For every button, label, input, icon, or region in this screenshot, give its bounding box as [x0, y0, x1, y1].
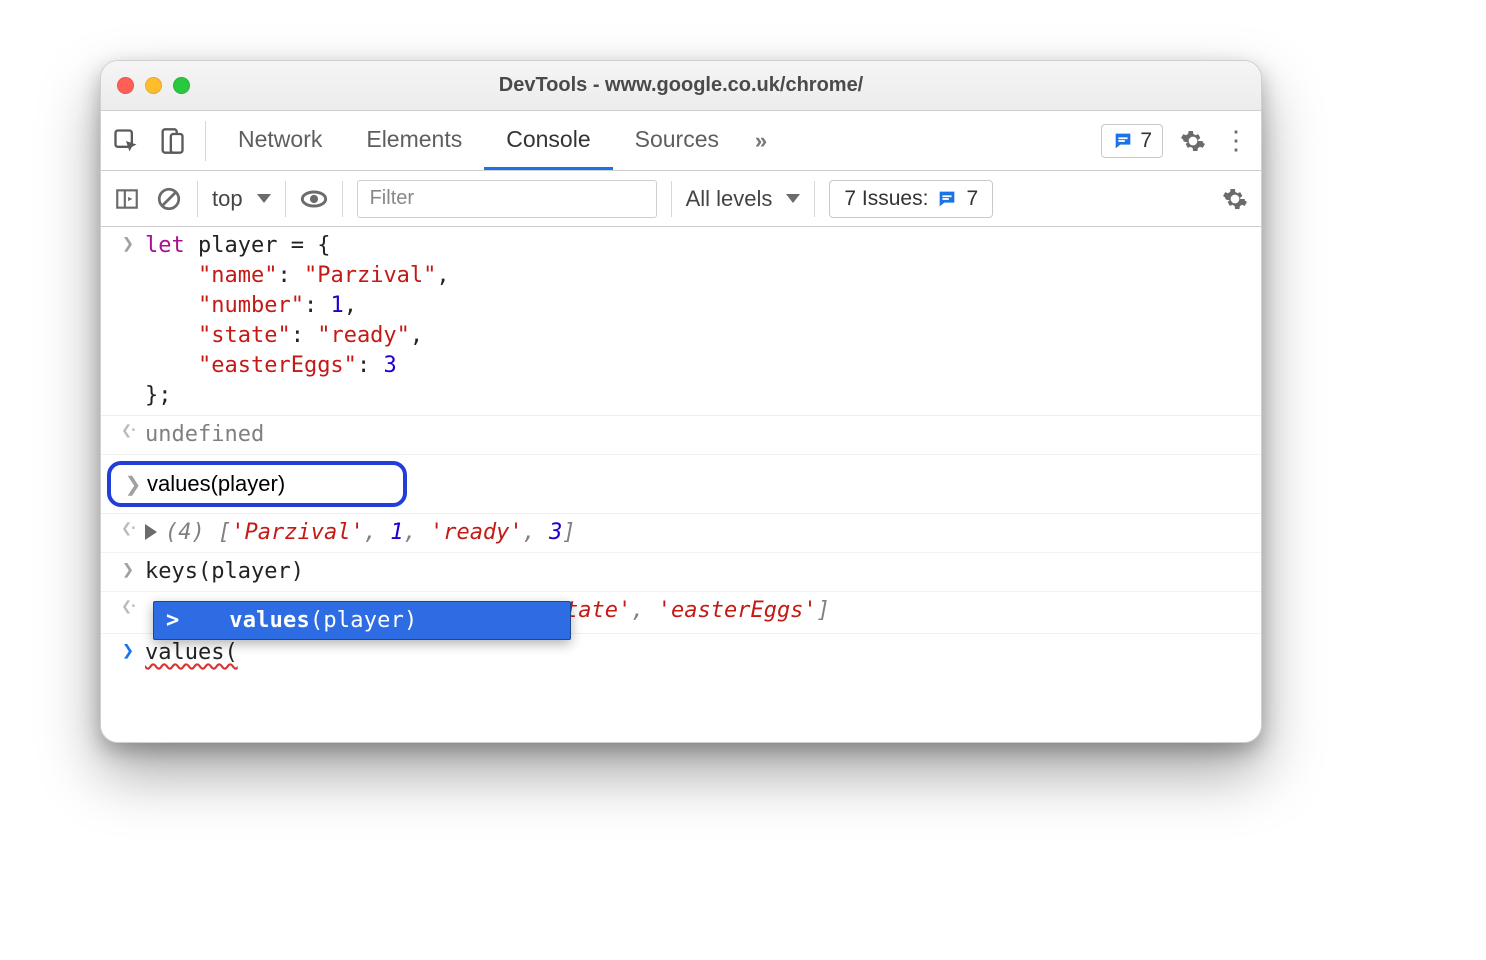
divider	[197, 181, 198, 217]
console-messages-button[interactable]: 7	[1101, 124, 1163, 158]
autocomplete-prompt-chevron-icon: >	[166, 608, 179, 633]
context-label: top	[212, 186, 243, 212]
highlighted-history-entry[interactable]: values(player)	[107, 461, 407, 507]
devtools-toolbar: Network Elements Console Sources » 7 ⋮	[101, 111, 1261, 171]
inspect-element-icon[interactable]	[111, 126, 141, 156]
settings-gear-icon[interactable]	[1179, 127, 1207, 155]
minimize-window-button[interactable]	[145, 77, 162, 94]
filter-input[interactable]	[357, 180, 657, 218]
console-settings-gear-icon[interactable]	[1221, 185, 1249, 213]
console-code: values(player)	[147, 469, 403, 499]
tab-network[interactable]: Network	[216, 111, 344, 170]
devtools-tabs: Network Elements Console Sources »	[216, 111, 781, 170]
live-expression-icon[interactable]	[300, 185, 328, 213]
device-toolbar-icon[interactable]	[157, 126, 187, 156]
console-output-chevron-icon	[111, 596, 145, 617]
titlebar: DevTools - www.google.co.uk/chrome/	[101, 61, 1261, 111]
console-code: let player = { "name": "Parzival", "numb…	[145, 231, 1261, 411]
issues-button[interactable]: 7 Issues: 7	[829, 180, 993, 218]
maximize-window-button[interactable]	[173, 77, 190, 94]
divider	[285, 181, 286, 217]
devtools-window: DevTools - www.google.co.uk/chrome/	[100, 60, 1262, 743]
console-code: keys(player)	[145, 557, 1261, 587]
issues-prefix: 7 Issues:	[844, 187, 928, 211]
console-input-chevron-icon	[111, 231, 145, 255]
console-output-chevron-icon	[111, 420, 145, 441]
close-window-button[interactable]	[117, 77, 134, 94]
issues-count: 7	[966, 187, 978, 211]
autocomplete-popup[interactable]: > values(player)	[153, 601, 571, 640]
console-result-row[interactable]: (4) ['Parzival', 1, 'ready', 3]	[101, 514, 1261, 553]
log-levels-label: All levels	[686, 186, 773, 212]
divider	[671, 181, 672, 217]
messages-icon	[1112, 130, 1134, 152]
context-selector[interactable]: top	[212, 186, 271, 212]
disclosure-triangle-icon[interactable]	[145, 524, 157, 540]
console-subtoolbar: top All levels 7 Issues: 7	[101, 171, 1261, 227]
console-result-row: undefined	[101, 416, 1261, 455]
console-result-undefined: undefined	[145, 420, 1261, 450]
divider	[814, 181, 815, 217]
console-prompt-input[interactable]: values(	[145, 638, 1261, 668]
console-prompt-chevron-icon	[111, 638, 145, 662]
show-console-sidebar-icon[interactable]	[113, 185, 141, 213]
tab-elements[interactable]: Elements	[344, 111, 484, 170]
messages-count: 7	[1140, 129, 1152, 153]
console-output-chevron-icon	[111, 518, 145, 539]
tab-sources[interactable]: Sources	[613, 111, 741, 170]
console-input-row[interactable]: keys(player)	[101, 553, 1261, 592]
console-input-row[interactable]: let player = { "name": "Parzival", "numb…	[101, 227, 1261, 416]
console-result-array: (4) ['Parzival', 1, 'ready', 3]	[145, 518, 1261, 548]
traffic-lights	[117, 77, 190, 94]
console-input-chevron-icon	[111, 557, 145, 581]
messages-icon	[936, 188, 958, 210]
clear-console-icon[interactable]	[155, 185, 183, 213]
autocomplete-suggestion[interactable]: values(player)	[229, 608, 417, 633]
divider	[342, 181, 343, 217]
console-output: let player = { "name": "Parzival", "numb…	[101, 227, 1261, 742]
console-input-chevron-icon	[119, 472, 147, 497]
window-title: DevTools - www.google.co.uk/chrome/	[101, 74, 1261, 97]
tab-console[interactable]: Console	[484, 111, 612, 170]
log-levels-selector[interactable]: All levels	[686, 186, 801, 212]
more-tabs-button[interactable]: »	[741, 111, 781, 170]
more-options-icon[interactable]: ⋮	[1223, 127, 1251, 155]
